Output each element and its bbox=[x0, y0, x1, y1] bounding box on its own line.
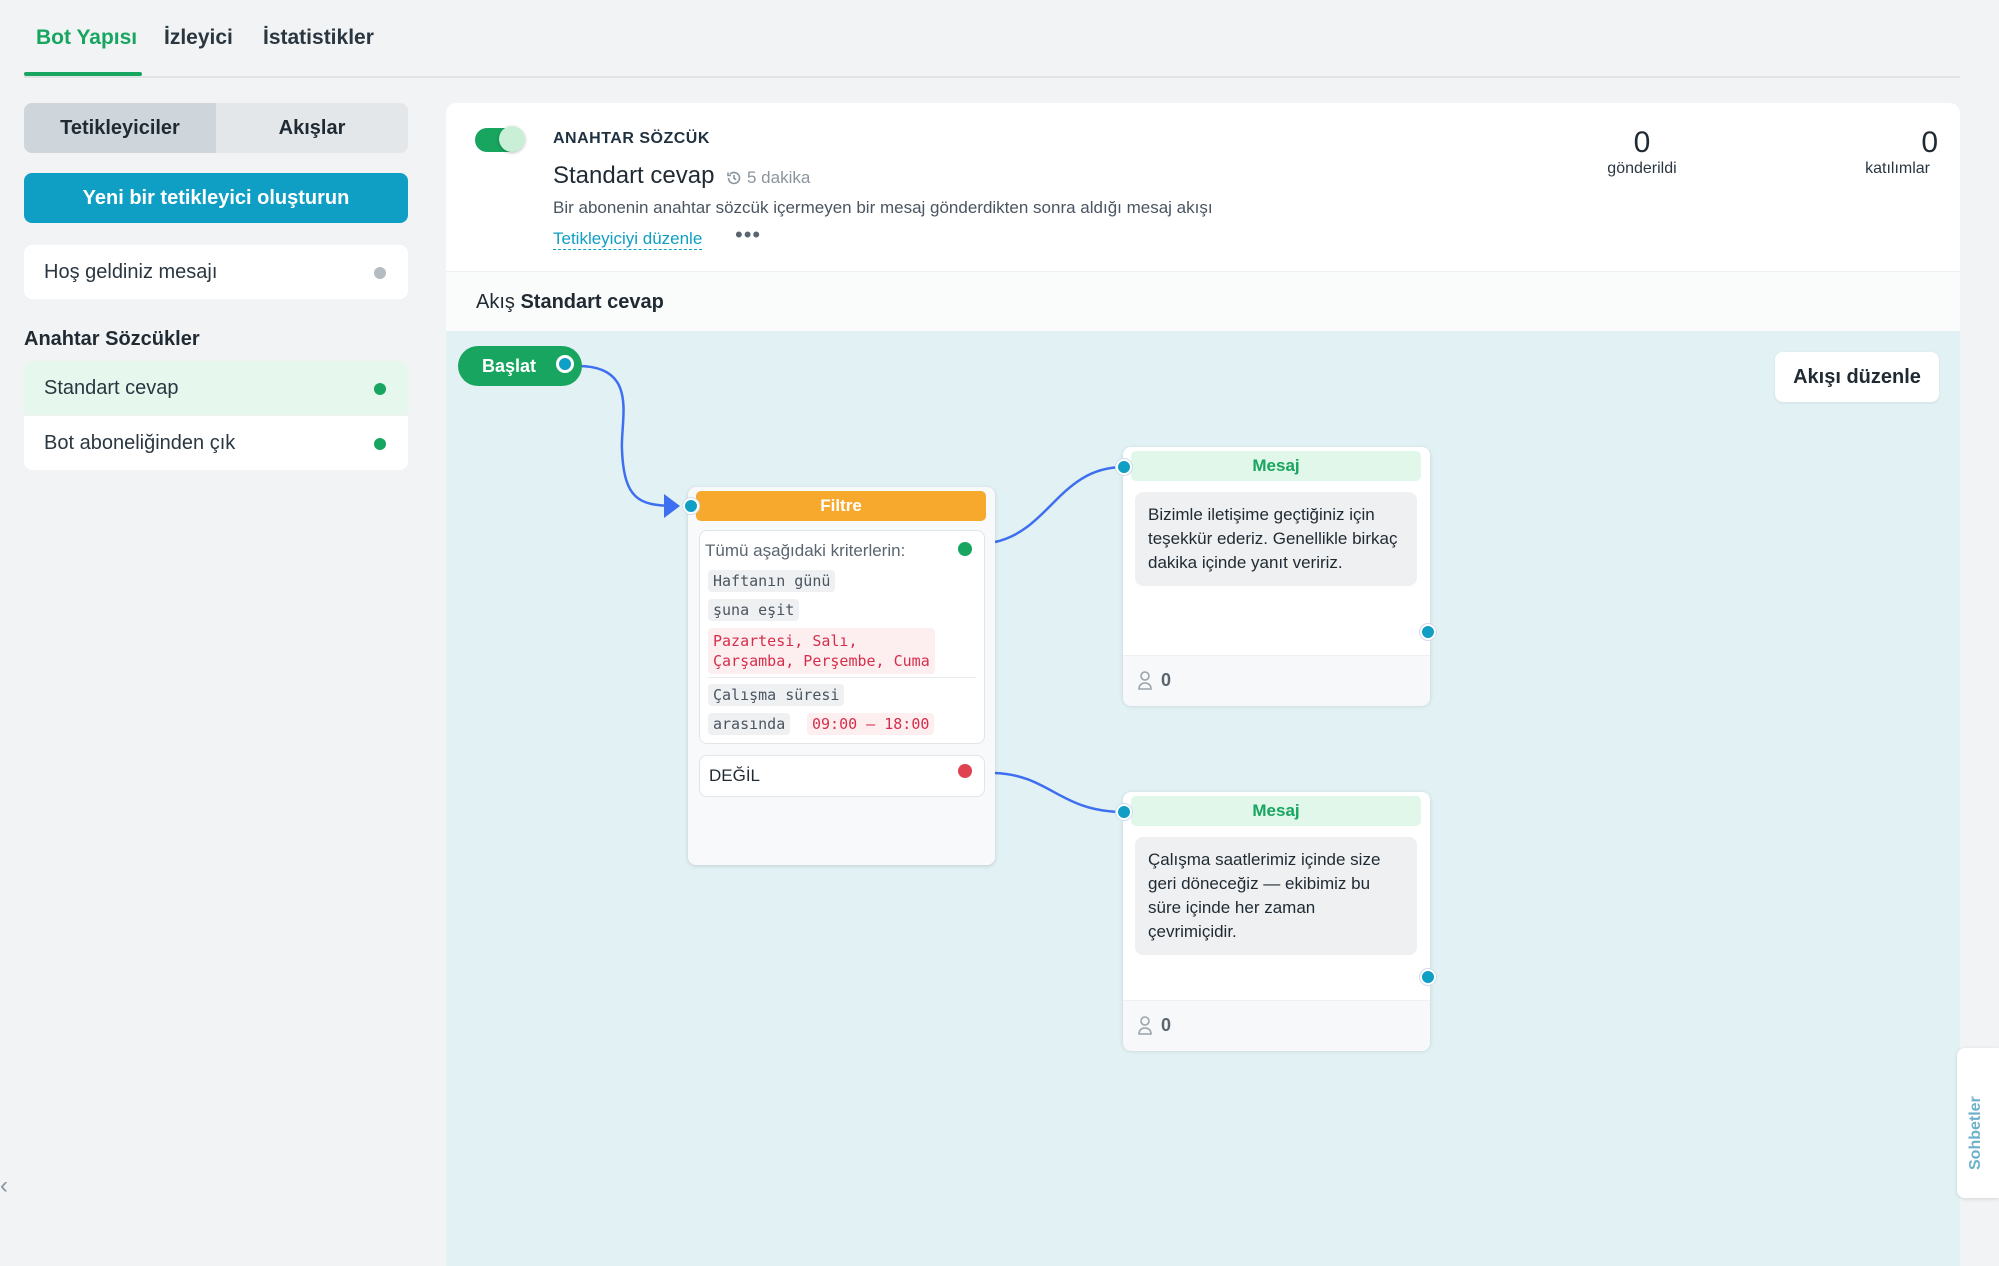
message-output-port[interactable] bbox=[1420, 969, 1436, 985]
filter-input-port[interactable] bbox=[683, 498, 699, 514]
criteria-value: Pazartesi, Salı, Çarşamba, Perşembe, Cum… bbox=[708, 628, 935, 674]
start-node-label: Başlat bbox=[482, 356, 537, 376]
filter-else: DEĞİL bbox=[699, 755, 985, 797]
collapse-sidebar-icon[interactable]: ‹ bbox=[0, 1172, 8, 1200]
message-footer: 0 bbox=[1123, 655, 1430, 706]
filter-node-title: Filtre bbox=[696, 491, 986, 521]
criteria-value-line: Çarşamba, Perşembe, Cuma bbox=[713, 652, 930, 670]
edit-flow-button[interactable]: Akışı düzenle bbox=[1775, 352, 1939, 402]
connector-start-filter bbox=[577, 364, 673, 508]
message-footer: 0 bbox=[1123, 1000, 1430, 1051]
connector-filter-msg2 bbox=[994, 771, 1125, 814]
criteria-value-line: Pazartesi, Salı, bbox=[713, 632, 858, 650]
message-node-title: Mesaj bbox=[1131, 796, 1421, 826]
start-node[interactable]: Başlat bbox=[458, 346, 582, 386]
message-node-title: Mesaj bbox=[1131, 451, 1421, 481]
message-recipient-count: 0 bbox=[1161, 670, 1172, 690]
message-node[interactable]: Mesaj Bizimle iletişime geçtiğiniz için … bbox=[1123, 447, 1430, 706]
message-recipient-count: 0 bbox=[1161, 1015, 1172, 1035]
criteria-field: Çalışma süresi bbox=[708, 684, 845, 706]
criteria-true-port[interactable] bbox=[958, 542, 972, 556]
message-text: Bizimle iletişime geçtiğiniz için teşekk… bbox=[1135, 492, 1417, 586]
chats-side-tab[interactable]: Sohbetler bbox=[1957, 1048, 1999, 1198]
chats-side-tab-label: Sohbetler bbox=[1967, 1096, 1984, 1170]
criteria-divider bbox=[708, 677, 976, 678]
message-input-port[interactable] bbox=[1116, 804, 1132, 820]
criteria-value: 09:00 — 18:00 bbox=[807, 713, 935, 735]
else-port[interactable] bbox=[958, 764, 972, 778]
criteria-operator: arasında bbox=[708, 713, 791, 735]
filter-criteria: Tümü aşağıdaki kriterlerin: Haftanın gün… bbox=[699, 530, 985, 744]
message-text: Çalışma saatlerimiz içinde size geri dön… bbox=[1135, 837, 1417, 955]
message-input-port[interactable] bbox=[1116, 459, 1132, 475]
filter-else-label: DEĞİL bbox=[709, 766, 761, 785]
filter-node[interactable]: Filtre Tümü aşağıdaki kriterlerin: Hafta… bbox=[688, 487, 995, 865]
user-icon bbox=[1138, 671, 1152, 690]
user-icon bbox=[1138, 1016, 1152, 1035]
criteria-operator: şuna eşit bbox=[708, 599, 800, 621]
message-output-port[interactable] bbox=[1420, 624, 1436, 640]
start-output-port[interactable] bbox=[556, 355, 574, 373]
flow-connectors bbox=[577, 364, 1125, 814]
connector-arrow bbox=[664, 494, 680, 518]
criteria-title: Tümü aşağıdaki kriterlerin: bbox=[705, 541, 906, 560]
connector-filter-msg1 bbox=[994, 465, 1125, 544]
message-node[interactable]: Mesaj Çalışma saatlerimiz içinde size ge… bbox=[1123, 792, 1430, 1051]
criteria-field: Haftanın günü bbox=[708, 570, 836, 592]
